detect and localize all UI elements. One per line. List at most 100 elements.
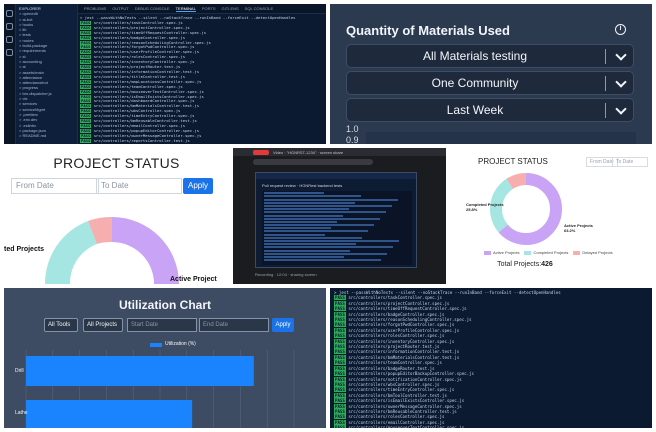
test-file: src/controllers/emailController.spec.js <box>93 123 186 128</box>
pass-badge: PASS <box>334 403 346 409</box>
pass-badge: PASS <box>334 381 346 387</box>
community-select[interactable]: One Community <box>346 71 634 95</box>
community-select-value: One Community <box>431 76 519 90</box>
pass-badge: PASS <box>334 344 346 350</box>
tab-debug-console[interactable]: DEBUG CONSOLE <box>135 6 170 11</box>
files-icon[interactable] <box>6 10 13 17</box>
test-file: src/controllers/projectController.spec.j… <box>93 25 190 30</box>
test-file: src/controllers/taskController.spec.js <box>93 20 183 25</box>
test-file: src/controllers/badgeRouter.test.js <box>348 365 435 371</box>
donut-legend: Active Projects Completed Projects Delay… <box>484 250 613 255</box>
record-icon[interactable] <box>253 150 269 155</box>
y-tick: 0.9 <box>346 135 359 144</box>
chevron-down-icon <box>615 76 627 88</box>
pass-badge: PASS <box>80 119 92 124</box>
test-file: src/controllers/timeEntryController.spec… <box>93 114 195 119</box>
source-control-icon[interactable] <box>6 36 13 43</box>
pass-badge: PASS <box>334 414 346 420</box>
test-file: src/controllers/emailController.spec.js <box>348 419 445 425</box>
test-file: src/controllers/titleController.test.js <box>93 74 186 79</box>
code-line <box>264 259 381 262</box>
address-bar[interactable] <box>253 159 373 165</box>
code-line <box>264 198 398 201</box>
info-icon[interactable]: i <box>615 24 626 35</box>
code-line <box>264 192 324 195</box>
test-file: src/controllers/rolesController.spec.js <box>93 55 186 60</box>
material-select-value: All Materials testing <box>422 49 528 63</box>
utilization-bar-drill[interactable] <box>26 356 254 386</box>
select-separator <box>605 76 606 91</box>
test-file: src/controllers/teamController.spec.js <box>93 84 183 89</box>
test-file: src/controllers/forgotPwdController.spec… <box>93 45 195 50</box>
test-file: src/controllers/popupEditorController.sp… <box>93 128 200 133</box>
project-donut <box>44 216 179 284</box>
shared-screen-title: Pull request review · HGNRest backend te… <box>262 183 343 188</box>
pass-badge: PASS <box>334 306 346 312</box>
terminal-output: > jest --passWithNoTests --silent --noSt… <box>80 16 322 144</box>
tab-problems[interactable]: PROBLEMS <box>84 6 106 11</box>
search-icon[interactable] <box>6 23 13 30</box>
legend-completed[interactable]: Completed Projects <box>524 250 568 255</box>
project-status-widget: PROJECT STATUS From Date To Date Apply t… <box>4 148 229 284</box>
pass-badge: PASS <box>334 300 346 306</box>
test-file: src/controllers/badgeController.spec.js <box>348 311 445 317</box>
materials-widget: Quantity of Materials Used i All Materia… <box>330 4 652 144</box>
shared-screen-header <box>256 173 416 179</box>
share-footer: Recording · 12:04 · sharing screen <box>255 272 317 277</box>
donut-segment-completed <box>44 221 97 284</box>
pass-badge: PASS <box>334 398 346 404</box>
test-file: src/controllers/timeOffRequestController… <box>348 306 467 312</box>
materials-plot-area <box>366 132 636 144</box>
select-separator <box>605 103 606 118</box>
code-line <box>264 255 344 258</box>
pass-badge: PASS <box>334 354 346 360</box>
extensions-icon[interactable] <box>6 49 13 56</box>
pass-badge: PASS <box>334 322 346 328</box>
code-line <box>264 220 337 223</box>
tab-gitlens[interactable]: GITLENS <box>222 6 239 11</box>
terminal-window: > jest --passWithNoTests --silent --noSt… <box>330 288 652 428</box>
pass-badge: PASS <box>80 40 92 45</box>
period-select[interactable]: Last Week <box>346 98 634 122</box>
tab-sql-console[interactable]: SQL CONSOLE <box>245 6 274 11</box>
test-file: src/controllers/ownerMessageController.s… <box>348 403 462 409</box>
test-file: src/controllers/ownerMessageController.s… <box>93 133 202 138</box>
code-line <box>264 201 355 204</box>
tab-output[interactable]: OUTPUT <box>112 6 128 11</box>
legend-delayed[interactable]: Delayed Projects <box>573 250 613 255</box>
tab-ports[interactable]: PORTS <box>202 6 216 11</box>
pass-badge: PASS <box>334 338 346 344</box>
vscode-window: EXPLORER > openedit > ai-bot > hooks > l… <box>4 4 326 144</box>
pass-badge: PASS <box>80 74 92 79</box>
collage: EXPLORER > openedit > ai-bot > hooks > l… <box>0 0 656 432</box>
donut-segment-active <box>112 217 179 284</box>
tab-terminal[interactable]: TERMINAL <box>175 6 196 12</box>
pass-badge: PASS <box>80 35 92 40</box>
code-line <box>264 214 343 217</box>
material-select[interactable]: All Materials testing <box>346 44 634 68</box>
pass-badge: PASS <box>334 349 346 355</box>
active-projects-label: Active Projects 63.2% <box>564 223 593 233</box>
explorer-sidebar: EXPLORER > openedit > ai-bot > hooks > l… <box>16 4 78 144</box>
legend-active[interactable]: Active Projects <box>484 250 519 255</box>
pass-badge: PASS <box>80 84 92 89</box>
chevron-down-icon <box>615 49 627 61</box>
code-line <box>264 243 356 246</box>
sidebar-item[interactable]: > README.md <box>19 133 74 138</box>
pass-badge: PASS <box>334 387 346 393</box>
code-line <box>264 211 386 214</box>
pass-badge: PASS <box>80 128 92 133</box>
pass-badge: PASS <box>80 20 92 25</box>
y-tick: 1.0 <box>346 124 359 134</box>
test-file: src/controllers/rolesController.spec.js <box>348 414 445 420</box>
total-projects: Total Projects:426 <box>497 261 553 268</box>
pass-badge: PASS <box>80 114 92 119</box>
pass-badge: PASS <box>80 99 92 104</box>
test-file: src/controllers/badgeController.spec.js <box>93 35 186 40</box>
pass-badge: PASS <box>80 133 92 138</box>
test-file: src/controllers/teamController.spec.js <box>348 360 442 366</box>
utilization-bar-lathe[interactable] <box>26 400 193 428</box>
pass-badge: PASS <box>80 123 92 128</box>
period-select-value: Last Week <box>446 103 504 117</box>
test-file: src/controllers/timeOffRequestController… <box>93 30 207 35</box>
